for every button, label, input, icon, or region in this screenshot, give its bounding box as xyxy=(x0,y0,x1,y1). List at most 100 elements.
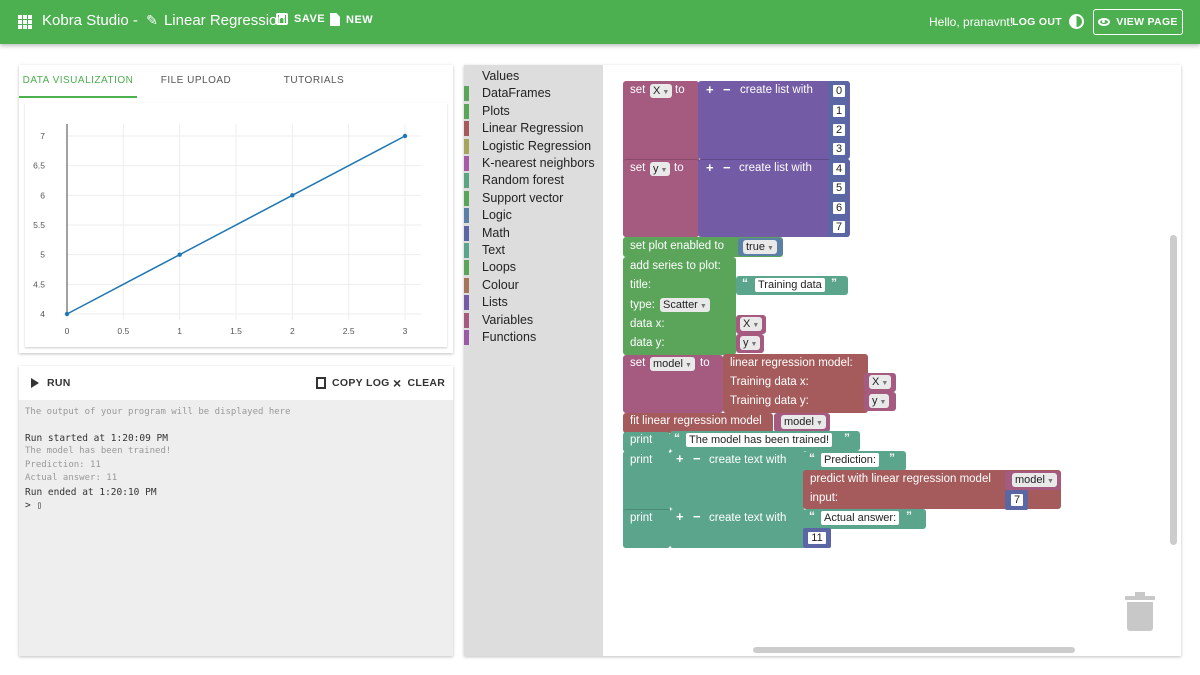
variable-y: y xyxy=(653,163,659,175)
number-block[interactable]: 3 xyxy=(831,141,847,157)
plus-icon[interactable]: + xyxy=(676,509,684,524)
new-file-icon xyxy=(330,13,340,26)
x-tick-label: 2 xyxy=(290,326,295,336)
plot-type-dropdown[interactable]: Scatter ▼ xyxy=(660,298,710,312)
category-color-swatch xyxy=(464,138,469,154)
save-button[interactable]: SAVE xyxy=(276,13,325,25)
run-label: RUN xyxy=(47,377,71,389)
data-point xyxy=(402,133,408,139)
lr-model-label: linear regression model: xyxy=(730,357,853,369)
vertical-scrollbar[interactable] xyxy=(1170,235,1177,545)
variable-dropdown[interactable]: model ▼ xyxy=(781,415,826,429)
console-line: Prediction: 11 xyxy=(25,459,101,470)
category-label: Variables xyxy=(482,312,534,327)
plus-icon[interactable]: + xyxy=(706,82,714,97)
variable-dropdown[interactable]: X ▼ xyxy=(740,317,763,331)
number-block[interactable]: 2 xyxy=(831,122,847,138)
number-block[interactable]: 7 xyxy=(831,219,847,235)
new-button[interactable]: NEW xyxy=(330,13,373,26)
logout-button[interactable]: LOG OUT xyxy=(1012,16,1062,28)
boolean-dropdown[interactable]: true ▼ xyxy=(743,240,777,254)
variable-x: X xyxy=(743,318,751,330)
plus-icon[interactable]: + xyxy=(676,451,684,466)
set-label: set xyxy=(630,162,646,174)
minus-icon[interactable]: − xyxy=(723,160,731,175)
pencil-icon[interactable]: ✎ xyxy=(146,12,158,29)
variable-dropdown[interactable]: y ▼ xyxy=(869,394,890,408)
category-color-swatch xyxy=(464,103,469,119)
number-block[interactable]: 0 xyxy=(831,83,847,99)
variable-dropdown[interactable]: y ▼ xyxy=(650,162,671,176)
y-tick-label: 4 xyxy=(40,309,45,319)
console-prompt[interactable]: > ▯ xyxy=(25,499,445,513)
category-color-swatch xyxy=(464,277,469,293)
save-label: SAVE xyxy=(294,13,326,25)
to-label: to xyxy=(675,84,685,96)
x-tick-label: 0.5 xyxy=(117,326,129,336)
tab-file-upload[interactable]: FILE UPLOAD xyxy=(137,75,255,86)
number-block[interactable]: 6 xyxy=(831,200,847,216)
project-name[interactable]: Linear Regression xyxy=(164,12,286,29)
plus-icon[interactable]: + xyxy=(706,160,714,175)
app-bar: Kobra Studio - ✎ Linear Regression SAVE … xyxy=(0,0,1200,44)
minus-icon[interactable]: − xyxy=(723,82,731,97)
number-block[interactable]: 1 xyxy=(831,103,847,119)
horizontal-scrollbar[interactable] xyxy=(753,647,1075,653)
category-color-swatch xyxy=(464,121,469,137)
minus-icon[interactable]: − xyxy=(693,451,701,466)
minus-icon[interactable]: − xyxy=(693,509,701,524)
number-block[interactable]: 7 xyxy=(1009,492,1025,508)
to-label: to xyxy=(700,357,710,369)
predict-label: predict with linear regression model xyxy=(810,473,991,485)
category-label: Colour xyxy=(482,277,519,292)
user-greeting: Hello, pranavnt! xyxy=(929,15,1014,29)
quote-close: ” xyxy=(831,276,837,290)
string-field[interactable]: The model has been trained! xyxy=(686,433,833,447)
variable-dropdown[interactable]: X ▼ xyxy=(869,375,892,389)
console-toolbar: RUN COPY LOG × CLEAR xyxy=(19,366,453,400)
visualization-panel: DATA VISUALIZATION FILE UPLOAD TUTORIALS… xyxy=(19,65,453,353)
x-tick-label: 0 xyxy=(65,326,70,336)
variable-dropdown[interactable]: y ▼ xyxy=(740,336,761,350)
category-label: Plots xyxy=(482,103,510,118)
variable-x: X xyxy=(653,85,661,97)
view-page-button[interactable]: VIEW PAGE xyxy=(1093,9,1183,35)
variable-dropdown[interactable]: model ▼ xyxy=(1012,473,1057,487)
y-tick-label: 5.5 xyxy=(33,220,45,230)
string-field[interactable]: Prediction: xyxy=(821,453,879,467)
variable-dropdown[interactable]: X ▼ xyxy=(650,84,673,98)
category-label: Loops xyxy=(482,260,517,275)
console-placeholder: The output of your program will be displ… xyxy=(25,407,291,417)
run-button[interactable]: RUN xyxy=(31,377,71,389)
view-page-label: VIEW PAGE xyxy=(1116,16,1178,28)
theme-toggle-icon[interactable] xyxy=(1069,14,1084,29)
number-block[interactable]: 11 xyxy=(806,530,828,546)
new-label: NEW xyxy=(346,13,374,26)
string-field[interactable]: Actual answer: xyxy=(821,511,900,525)
number-block[interactable]: 5 xyxy=(831,180,847,196)
category-color-swatch xyxy=(464,173,469,189)
console-panel: RUN COPY LOG × CLEAR The output of your … xyxy=(19,366,453,656)
trash-icon[interactable] xyxy=(1125,592,1155,632)
tab-data-visualization[interactable]: DATA VISUALIZATION xyxy=(19,75,137,86)
clear-button[interactable]: × CLEAR xyxy=(393,376,445,390)
console-line: Run ended at 1:20:10 PM xyxy=(25,486,157,498)
x-tick-label: 1 xyxy=(177,326,182,336)
active-tab-indicator xyxy=(19,96,137,98)
block-workspace[interactable]: Values DataFrames Plots Linear Regression Lo… xyxy=(464,65,1181,656)
copy-log-button[interactable]: COPY LOG xyxy=(316,377,390,389)
console-line: The model has been trained! xyxy=(25,446,172,456)
string-field[interactable]: Training data xyxy=(755,278,825,292)
eye-icon xyxy=(1098,18,1111,26)
apps-grid-icon[interactable] xyxy=(18,15,32,29)
console-line: Run started at 1:20:09 PM xyxy=(25,432,168,444)
quote-open: “ xyxy=(809,509,815,523)
variable-model: model xyxy=(1015,474,1045,486)
quote-close: ” xyxy=(889,451,895,465)
number-block[interactable]: 4 xyxy=(831,161,847,177)
quote-open: “ xyxy=(742,276,748,290)
print-label: print xyxy=(630,512,653,524)
tab-tutorials[interactable]: TUTORIALS xyxy=(255,75,373,86)
category-label: Linear Regression xyxy=(482,121,584,136)
variable-dropdown[interactable]: model ▼ xyxy=(650,357,695,371)
